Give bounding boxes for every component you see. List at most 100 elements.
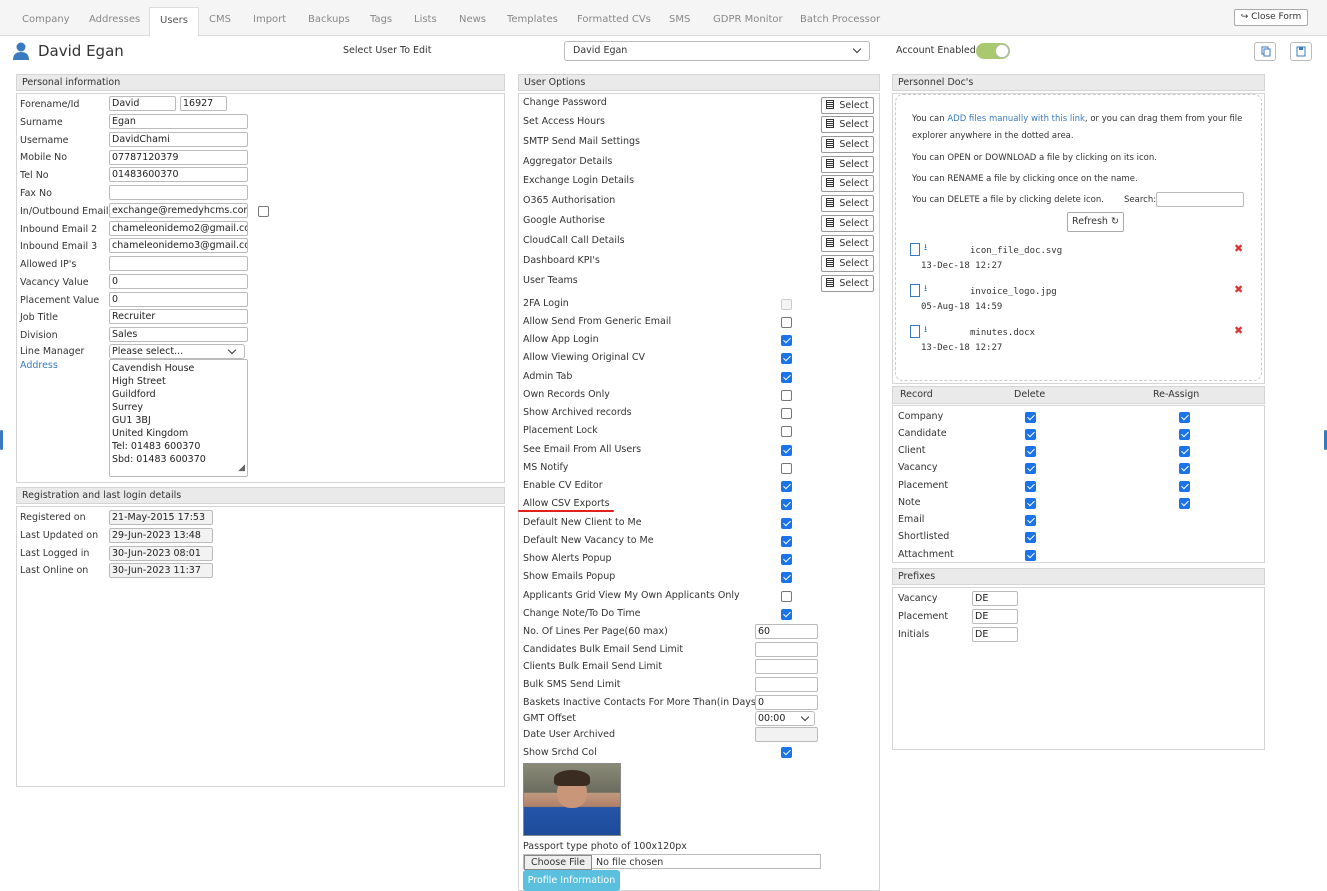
forename-input[interactable]: David: [109, 96, 176, 111]
lines-per-page-input[interactable]: 60: [755, 624, 818, 639]
address-link[interactable]: Address: [20, 360, 58, 371]
placement-value-input[interactable]: 0: [109, 292, 248, 307]
file-chooser[interactable]: Choose File No file chosen: [523, 854, 821, 870]
prefix-vacancy-input[interactable]: DE: [972, 591, 1018, 606]
select-user-dropdown[interactable]: David Egan: [564, 41, 870, 61]
checkbox-ms-notify[interactable]: [781, 463, 792, 474]
file-name[interactable]: invoice_logo.jpg: [970, 287, 1057, 297]
delete-icon[interactable]: ✖: [1234, 324, 1243, 337]
tab-users[interactable]: Users: [149, 7, 200, 37]
reassign-checkbox-vacancy[interactable]: [1179, 463, 1190, 474]
download-icon[interactable]: ⭳: [924, 240, 927, 256]
tab-backups[interactable]: Backups: [308, 14, 350, 25]
division-input[interactable]: Sales: [109, 327, 248, 342]
username-input[interactable]: DavidChami: [109, 132, 248, 147]
checkbox-default-new-client-to-me[interactable]: [781, 518, 792, 529]
tab-cms[interactable]: CMS: [209, 14, 231, 25]
select-button-exchange-login-details[interactable]: Select: [821, 175, 874, 192]
select-button-change-password[interactable]: Select: [821, 97, 874, 114]
cand-bulk-email-input[interactable]: [755, 642, 818, 657]
delete-checkbox-client[interactable]: [1025, 446, 1036, 457]
docs-search-input[interactable]: [1156, 192, 1244, 207]
checkbox-placement-lock[interactable]: [781, 426, 792, 437]
left-edge-handle[interactable]: [0, 430, 3, 450]
tab-import[interactable]: Import: [253, 14, 286, 25]
file-name[interactable]: icon_file_doc.svg: [970, 246, 1062, 256]
checkbox-enable-cv-editor[interactable]: [781, 481, 792, 492]
tab-lists[interactable]: Lists: [414, 14, 437, 25]
tel-input[interactable]: 01483600370: [109, 167, 248, 182]
resize-grip-icon[interactable]: ◢: [238, 462, 245, 475]
prefix-initials-input[interactable]: DE: [972, 627, 1018, 642]
checkbox-see-email-from-all-users[interactable]: [781, 445, 792, 456]
prefix-placement-input[interactable]: DE: [972, 609, 1018, 624]
delete-icon[interactable]: ✖: [1234, 283, 1243, 296]
select-button-smtp-send-mail-settings[interactable]: Select: [821, 136, 874, 153]
email1-input[interactable]: exchange@remedyhcms.com: [109, 203, 248, 218]
download-icon[interactable]: ⭳: [924, 322, 927, 338]
tab-company[interactable]: Company: [22, 14, 70, 25]
select-button-set-access-hours[interactable]: Select: [821, 116, 874, 133]
select-button-cloudcall-call-details[interactable]: Select: [821, 235, 874, 252]
delete-icon[interactable]: ✖: [1234, 242, 1243, 255]
file-icon[interactable]: [910, 243, 920, 256]
mobile-input[interactable]: 07787120379: [109, 150, 248, 165]
checkbox-admin-tab[interactable]: [781, 372, 792, 383]
reassign-checkbox-candidate[interactable]: [1179, 429, 1190, 440]
job-title-input[interactable]: Recruiter: [109, 309, 248, 324]
tab-gdpr-monitor[interactable]: GDPR Monitor: [713, 14, 783, 25]
tab-templates[interactable]: Templates: [507, 14, 558, 25]
delete-checkbox-note[interactable]: [1025, 498, 1036, 509]
image-file-icon[interactable]: [910, 284, 920, 297]
checkbox-applicants-grid-view-my-own-applicants-only[interactable]: [781, 591, 792, 602]
reassign-checkbox-note[interactable]: [1179, 498, 1190, 509]
id-input[interactable]: 16927: [180, 96, 227, 111]
tab-tags[interactable]: Tags: [370, 14, 392, 25]
checkbox-allow-send-from-generic-email[interactable]: [781, 317, 792, 328]
email1-checkbox[interactable]: [258, 206, 269, 217]
select-button-o365-authorisation[interactable]: Select: [821, 195, 874, 212]
account-enabled-toggle[interactable]: [976, 43, 1010, 59]
file-name[interactable]: minutes.docx: [970, 328, 1035, 338]
copy-button[interactable]: [1254, 42, 1276, 61]
vacancy-value-input[interactable]: 0: [109, 274, 248, 289]
profile-information-button[interactable]: Profile Information: [523, 870, 620, 891]
tab-news[interactable]: News: [459, 14, 486, 25]
line-manager-select[interactable]: Please select...: [109, 344, 245, 359]
delete-checkbox-shortlisted[interactable]: [1025, 532, 1036, 543]
word-file-icon[interactable]: [910, 325, 920, 338]
gmt-offset-select[interactable]: 00:00: [755, 711, 815, 726]
fax-input[interactable]: [109, 185, 248, 200]
checkbox-change-note-to-do-time[interactable]: [781, 609, 792, 620]
email2-input[interactable]: chameleonidemo2@gmail.com: [109, 221, 248, 236]
refresh-button[interactable]: Refresh ↻: [1067, 212, 1124, 232]
delete-checkbox-attachment[interactable]: [1025, 550, 1036, 561]
checkbox-show-alerts-popup[interactable]: [781, 554, 792, 565]
save-button[interactable]: [1290, 42, 1312, 61]
allowed-ips-input[interactable]: [109, 256, 248, 271]
close-form-button[interactable]: ↪ Close Form: [1234, 9, 1308, 26]
select-button-aggregator-details[interactable]: Select: [821, 156, 874, 173]
baskets-inactive-input[interactable]: 0: [755, 695, 818, 710]
checkbox-allow-csv-exports[interactable]: [781, 499, 792, 510]
delete-checkbox-vacancy[interactable]: [1025, 463, 1036, 474]
reassign-checkbox-company[interactable]: [1179, 412, 1190, 423]
surname-input[interactable]: Egan: [109, 114, 248, 129]
show-srchd-checkbox[interactable]: [781, 747, 792, 758]
delete-checkbox-email[interactable]: [1025, 515, 1036, 526]
delete-checkbox-candidate[interactable]: [1025, 429, 1036, 440]
select-button-user-teams[interactable]: Select: [821, 275, 874, 292]
checkbox-own-records-only[interactable]: [781, 390, 792, 401]
date-archived-input[interactable]: [755, 727, 818, 742]
tab-sms[interactable]: SMS: [669, 14, 690, 25]
tab-formatted-cvs[interactable]: Formatted CVs: [577, 14, 651, 25]
reassign-checkbox-client[interactable]: [1179, 446, 1190, 457]
checkbox-allow-viewing-original-cv[interactable]: [781, 353, 792, 364]
checkbox-allow-app-login[interactable]: [781, 335, 792, 346]
select-button-google-authorise[interactable]: Select: [821, 215, 874, 232]
address-textarea[interactable]: Cavendish House High Street Guildford Su…: [109, 359, 248, 477]
checkbox-show-emails-popup[interactable]: [781, 572, 792, 583]
client-bulk-email-input[interactable]: [755, 659, 818, 674]
choose-file-button[interactable]: Choose File: [524, 855, 592, 870]
delete-checkbox-placement[interactable]: [1025, 481, 1036, 492]
